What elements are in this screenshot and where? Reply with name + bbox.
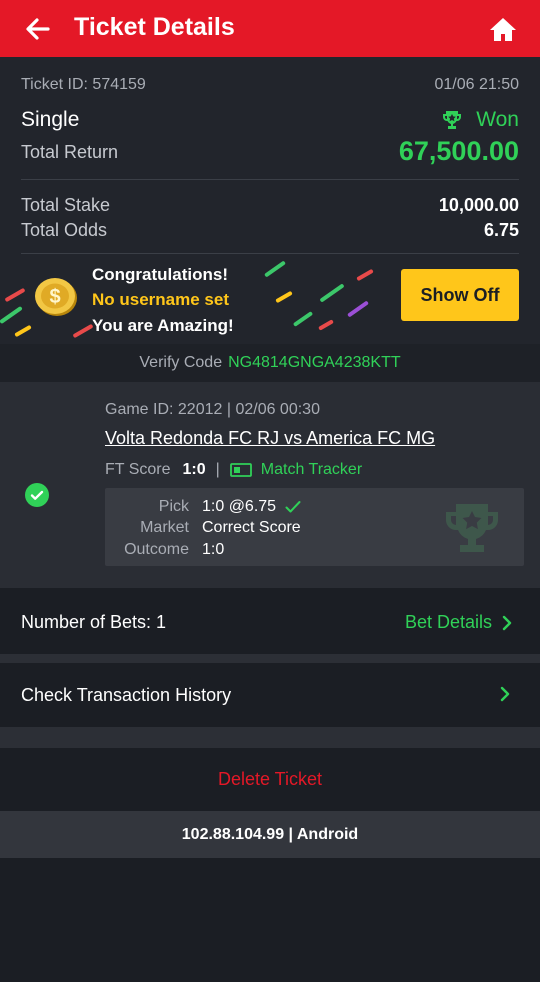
- section-gap: [0, 727, 540, 748]
- chevron-right-icon: [502, 615, 512, 630]
- tracker-icon: [229, 463, 252, 477]
- divider: [21, 179, 519, 180]
- divider: [21, 253, 519, 254]
- match-tracker-label: Match Tracker: [260, 461, 363, 478]
- trophy-icon: [443, 111, 462, 129]
- amazing-text: You are Amazing!: [92, 316, 234, 335]
- status-badge: Won: [440, 108, 519, 132]
- arrow-left-icon[interactable]: [22, 14, 52, 44]
- pick-value-row: 1:0 @6.75: [202, 498, 301, 516]
- page-title: Ticket Details: [74, 13, 235, 41]
- device-info: 102.88.104.99 | Android: [0, 811, 540, 858]
- section-gap: [0, 654, 540, 663]
- trophy-watermark-icon: [446, 504, 498, 552]
- coin-icon: $: [35, 278, 77, 316]
- match-link[interactable]: Volta Redonda FC RJ vs America FC MG: [105, 428, 435, 449]
- market-label: Market: [140, 519, 189, 536]
- ft-score-row: FT Score 1:0 | Match Tracker: [105, 461, 362, 479]
- transaction-history-label: Check Transaction History: [21, 685, 232, 705]
- total-odds-value: 6.75: [483, 220, 519, 240]
- total-stake-label: Total Stake: [21, 195, 111, 215]
- verify-code-label: Verify Code: [139, 354, 223, 371]
- app-header: Ticket Details: [0, 0, 540, 57]
- market-value: Correct Score: [202, 519, 301, 536]
- bet-type: Single: [21, 108, 80, 131]
- chevron-right-icon: [500, 686, 510, 702]
- ft-score-label: FT Score: [105, 461, 171, 478]
- match-tracker-link[interactable]: Match Tracker: [229, 461, 363, 479]
- ticket-id: Ticket ID: 574159: [21, 76, 146, 93]
- total-return-value: 67,500.00: [398, 136, 519, 166]
- bet-details-label: Bet Details: [404, 612, 492, 632]
- check-circle-icon: [25, 483, 49, 507]
- total-odds-label: Total Odds: [21, 220, 108, 240]
- congrats-text: Congratulations!: [92, 265, 228, 284]
- verify-code-bar: Verify Code NG4814GNGA4238KTT: [0, 344, 540, 382]
- transaction-history-row[interactable]: Check Transaction History: [0, 663, 540, 727]
- home-icon[interactable]: [488, 14, 518, 44]
- separator: |: [215, 461, 220, 478]
- total-return-label: Total Return: [21, 142, 119, 162]
- number-of-bets: Number of Bets: 1: [21, 612, 167, 632]
- delete-ticket-button[interactable]: Delete Ticket: [0, 748, 540, 811]
- pick-label: Pick: [158, 498, 189, 515]
- svg-text:$: $: [49, 286, 60, 308]
- checkmark-icon: [285, 501, 301, 513]
- username-text: No username set: [92, 290, 229, 309]
- congrats-banner: $ Congratulations! No username set You a…: [0, 255, 540, 343]
- game-card: Game ID: 22012 | 02/06 00:30 Volta Redon…: [0, 382, 540, 588]
- pick-details: Pick 1:0 @6.75 Market Correct Score Outc…: [105, 488, 524, 566]
- game-id: Game ID: 22012 | 02/06 00:30: [105, 401, 320, 418]
- total-stake-value: 10,000.00: [438, 195, 519, 215]
- ft-score-value: 1:0: [182, 461, 206, 478]
- verify-code-value: NG4814GNGA4238KTT: [228, 354, 401, 371]
- show-off-button[interactable]: Show Off: [401, 269, 519, 321]
- outcome-label: Outcome: [124, 541, 189, 558]
- ticket-datetime: 01/06 21:50: [434, 76, 519, 93]
- outcome-value: 1:0: [202, 541, 225, 558]
- status-text: Won: [476, 108, 519, 131]
- pick-value: 1:0 @6.75: [202, 498, 277, 515]
- bet-details-link[interactable]: Bet Details: [405, 612, 512, 633]
- bets-row: Number of Bets: 1 Bet Details: [0, 590, 540, 654]
